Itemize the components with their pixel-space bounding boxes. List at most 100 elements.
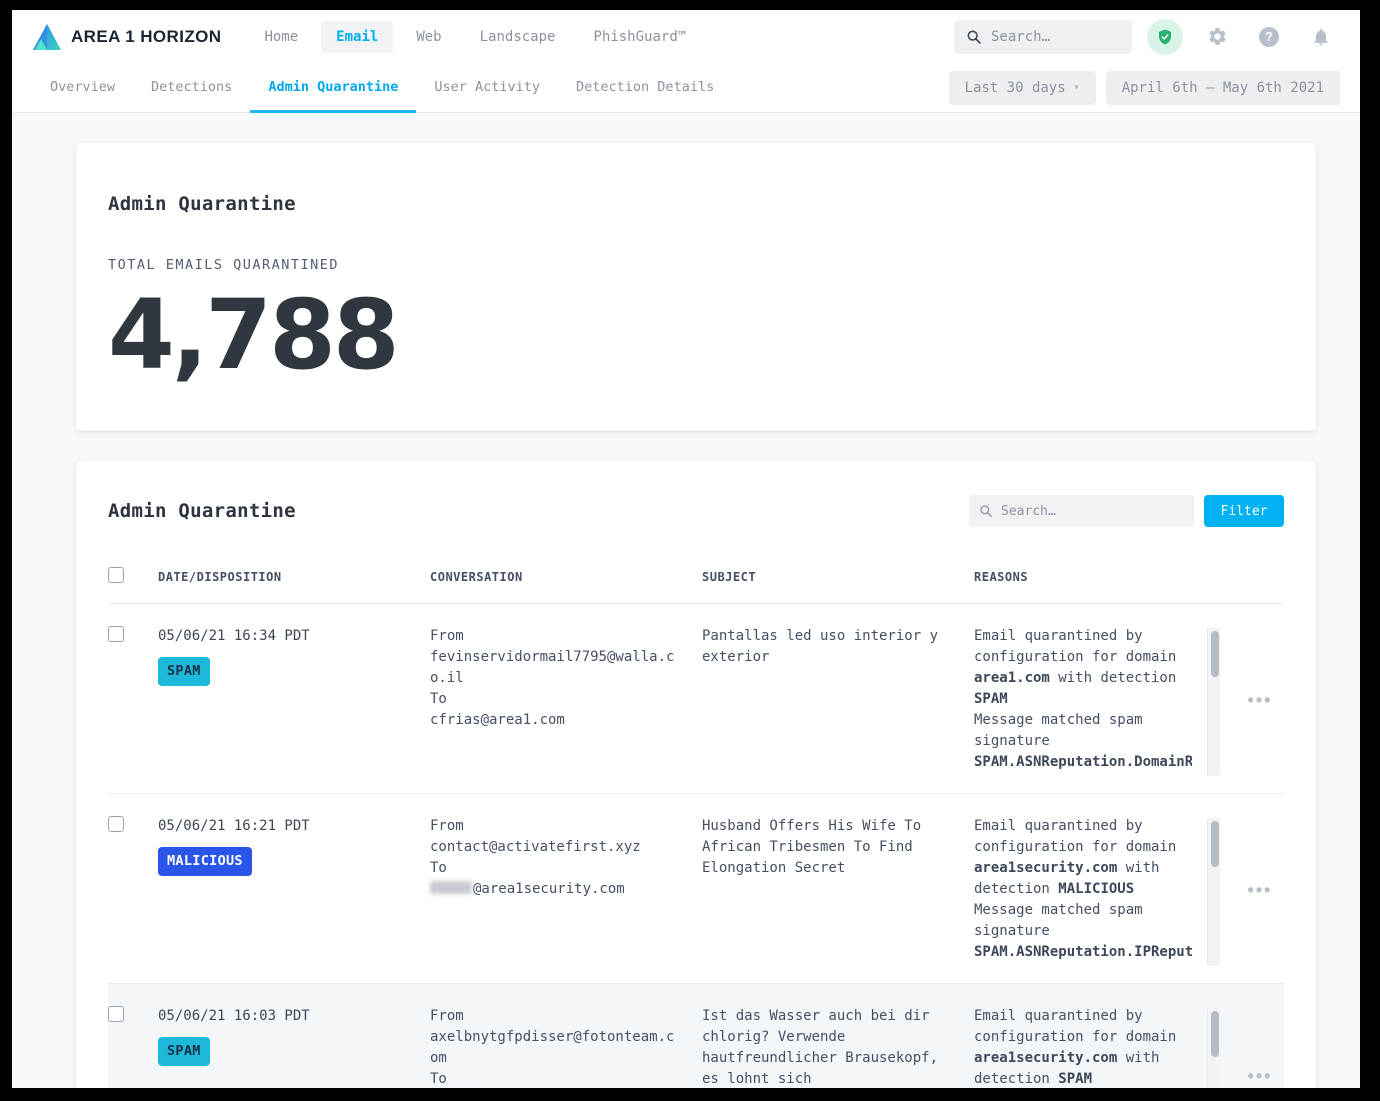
disposition-badge: SPAM <box>158 1037 210 1066</box>
reasons-scrollbar-thumb[interactable] <box>1211 1011 1219 1057</box>
row-actions-button[interactable]: ••• <box>1244 626 1277 773</box>
to-label: To <box>430 1069 678 1088</box>
select-all-checkbox[interactable] <box>108 567 124 583</box>
row-subject: Pantallas led uso interior y exterior <box>702 626 950 668</box>
row-actions-button[interactable]: ••• <box>1244 1006 1277 1088</box>
quarantine-table-card: Admin Quarantine Filter DATE/DISPOSITION… <box>76 461 1316 1088</box>
brand-logo[interactable]: AREA 1 HORIZON <box>32 23 221 51</box>
date-disposition-cell: 05/06/21 16:34 PDT SPAM <box>158 626 430 773</box>
table-row: 05/06/21 16:34 PDT SPAM From fevinservid… <box>108 604 1284 794</box>
bell-icon <box>1311 27 1331 47</box>
conversation-cell: From axelbnytgfpdisser@fotonteam.com To … <box>430 1006 702 1088</box>
metric-value: 4,788 <box>108 287 1284 383</box>
reasons-cell: Email quarantined by configuration for d… <box>974 816 1236 963</box>
date-disposition-cell: 05/06/21 16:03 PDT SPAM <box>158 1006 430 1088</box>
chevron-down-icon: ▾ <box>1074 82 1080 93</box>
global-search[interactable] <box>954 20 1132 54</box>
row-date: 05/06/21 16:21 PDT <box>158 816 406 837</box>
tab-admin-quarantine[interactable]: Admin Quarantine <box>250 63 416 113</box>
reasons-content: Email quarantined by configuration for d… <box>974 1006 1192 1088</box>
column-header-subject: SUBJECT <box>702 570 974 584</box>
date-range-button[interactable]: April 6th — May 6th 2021 <box>1106 71 1340 105</box>
to-line: cfrias@area1.com <box>430 710 678 731</box>
to-label: To <box>430 858 678 879</box>
app-window: AREA 1 HORIZON Home Email Web Landscape … <box>12 10 1360 1088</box>
from-address: contact@activatefirst.xyz <box>430 837 678 858</box>
from-label: From <box>430 816 678 837</box>
row-subject: Ist das Wasser auch bei dir chlorig? Ver… <box>702 1006 950 1088</box>
nav-item-phishguard[interactable]: PhishGuard™ <box>578 21 701 53</box>
from-address: axelbnytgfpdisser@fotonteam.com <box>430 1027 678 1069</box>
shield-check-icon <box>1147 19 1183 55</box>
summary-card-title: Admin Quarantine <box>108 193 1284 215</box>
summary-card: Admin Quarantine TOTAL EMAILS QUARANTINE… <box>76 143 1316 431</box>
row-date: 05/06/21 16:34 PDT <box>158 626 406 647</box>
reasons-content: Email quarantined by configuration for d… <box>974 816 1192 963</box>
top-bar-actions: ? <box>954 18 1340 56</box>
disposition-badge: MALICIOUS <box>158 847 252 876</box>
column-header-date: DATE/DISPOSITION <box>158 570 430 584</box>
actions-cell: ••• <box>1236 816 1284 963</box>
table-card-title: Admin Quarantine <box>108 500 296 522</box>
tab-user-activity[interactable]: User Activity <box>416 63 558 113</box>
reasons-scrollbar[interactable] <box>1207 628 1220 776</box>
help-button[interactable]: ? <box>1250 18 1288 56</box>
table-search[interactable] <box>969 495 1194 527</box>
filter-button[interactable]: Filter <box>1204 495 1284 527</box>
to-address: @area1security.com <box>473 881 625 897</box>
reasons-scrollbar-thumb[interactable] <box>1211 631 1219 677</box>
range-preset-label: Last 30 days <box>965 80 1066 96</box>
metric-label: TOTAL EMAILS QUARANTINED <box>108 257 1284 273</box>
table-body: 05/06/21 16:34 PDT SPAM From fevinservid… <box>108 604 1284 1088</box>
nav-item-email[interactable]: Email <box>321 21 393 53</box>
actions-cell: ••• <box>1236 626 1284 773</box>
table-card-header: Admin Quarantine Filter <box>108 495 1284 527</box>
from-address: fevinservidormail7795@walla.co.il <box>430 647 678 689</box>
range-preset-dropdown[interactable]: Last 30 days ▾ <box>949 71 1096 105</box>
tab-detection-details[interactable]: Detection Details <box>558 63 732 113</box>
row-checkbox[interactable] <box>108 816 124 832</box>
main-content: Admin Quarantine TOTAL EMAILS QUARANTINE… <box>12 113 1360 1088</box>
date-controls: Last 30 days ▾ April 6th — May 6th 2021 <box>949 71 1340 105</box>
reasons-scrollbar[interactable] <box>1207 1008 1220 1088</box>
date-range-label: April 6th — May 6th 2021 <box>1122 80 1324 96</box>
reasons-scrollbar[interactable] <box>1207 818 1220 966</box>
date-disposition-cell: 05/06/21 16:21 PDT MALICIOUS <box>158 816 430 963</box>
help-icon: ? <box>1259 27 1279 47</box>
subject-cell: Ist das Wasser auch bei dir chlorig? Ver… <box>702 1006 974 1088</box>
column-header-conversation: CONVERSATION <box>430 570 702 584</box>
redacted-user <box>430 881 472 894</box>
table-header-row: DATE/DISPOSITION CONVERSATION SUBJECT RE… <box>108 553 1284 604</box>
tab-overview[interactable]: Overview <box>32 63 133 113</box>
search-icon <box>966 29 982 45</box>
row-date: 05/06/21 16:03 PDT <box>158 1006 406 1027</box>
disposition-badge: SPAM <box>158 657 210 686</box>
tab-detections[interactable]: Detections <box>133 63 250 113</box>
nav-item-landscape[interactable]: Landscape <box>465 21 571 53</box>
nav-item-home[interactable]: Home <box>249 21 313 53</box>
to-line: @area1security.com <box>430 879 678 900</box>
conversation-cell: From contact@activatefirst.xyz To @area1… <box>430 816 702 963</box>
table-row: 05/06/21 16:21 PDT MALICIOUS From contac… <box>108 794 1284 984</box>
search-icon <box>979 504 993 518</box>
nav-item-web[interactable]: Web <box>401 21 456 53</box>
gear-icon <box>1207 26 1228 47</box>
from-label: From <box>430 1006 678 1027</box>
notifications-button[interactable] <box>1302 18 1340 56</box>
protection-status-button[interactable] <box>1146 18 1184 56</box>
reasons-cell: Email quarantined by configuration for d… <box>974 626 1236 773</box>
settings-button[interactable] <box>1198 18 1236 56</box>
primary-nav: Home Email Web Landscape PhishGuard™ <box>249 21 701 53</box>
to-address: cfrias@area1.com <box>430 712 565 728</box>
reasons-scrollbar-thumb[interactable] <box>1211 821 1219 867</box>
report-tabs: Overview Detections Admin Quarantine Use… <box>32 63 732 112</box>
table-row: 05/06/21 16:03 PDT SPAM From axelbnytgfp… <box>108 984 1284 1088</box>
row-checkbox[interactable] <box>108 1006 124 1022</box>
row-actions-button[interactable]: ••• <box>1244 816 1277 963</box>
reasons-content: Email quarantined by configuration for d… <box>974 626 1192 773</box>
top-bar: AREA 1 HORIZON Home Email Web Landscape … <box>12 10 1360 63</box>
table-search-input[interactable] <box>1001 504 1171 519</box>
quarantine-table: DATE/DISPOSITION CONVERSATION SUBJECT RE… <box>108 553 1284 1088</box>
global-search-input[interactable] <box>991 29 1111 45</box>
row-checkbox[interactable] <box>108 626 124 642</box>
